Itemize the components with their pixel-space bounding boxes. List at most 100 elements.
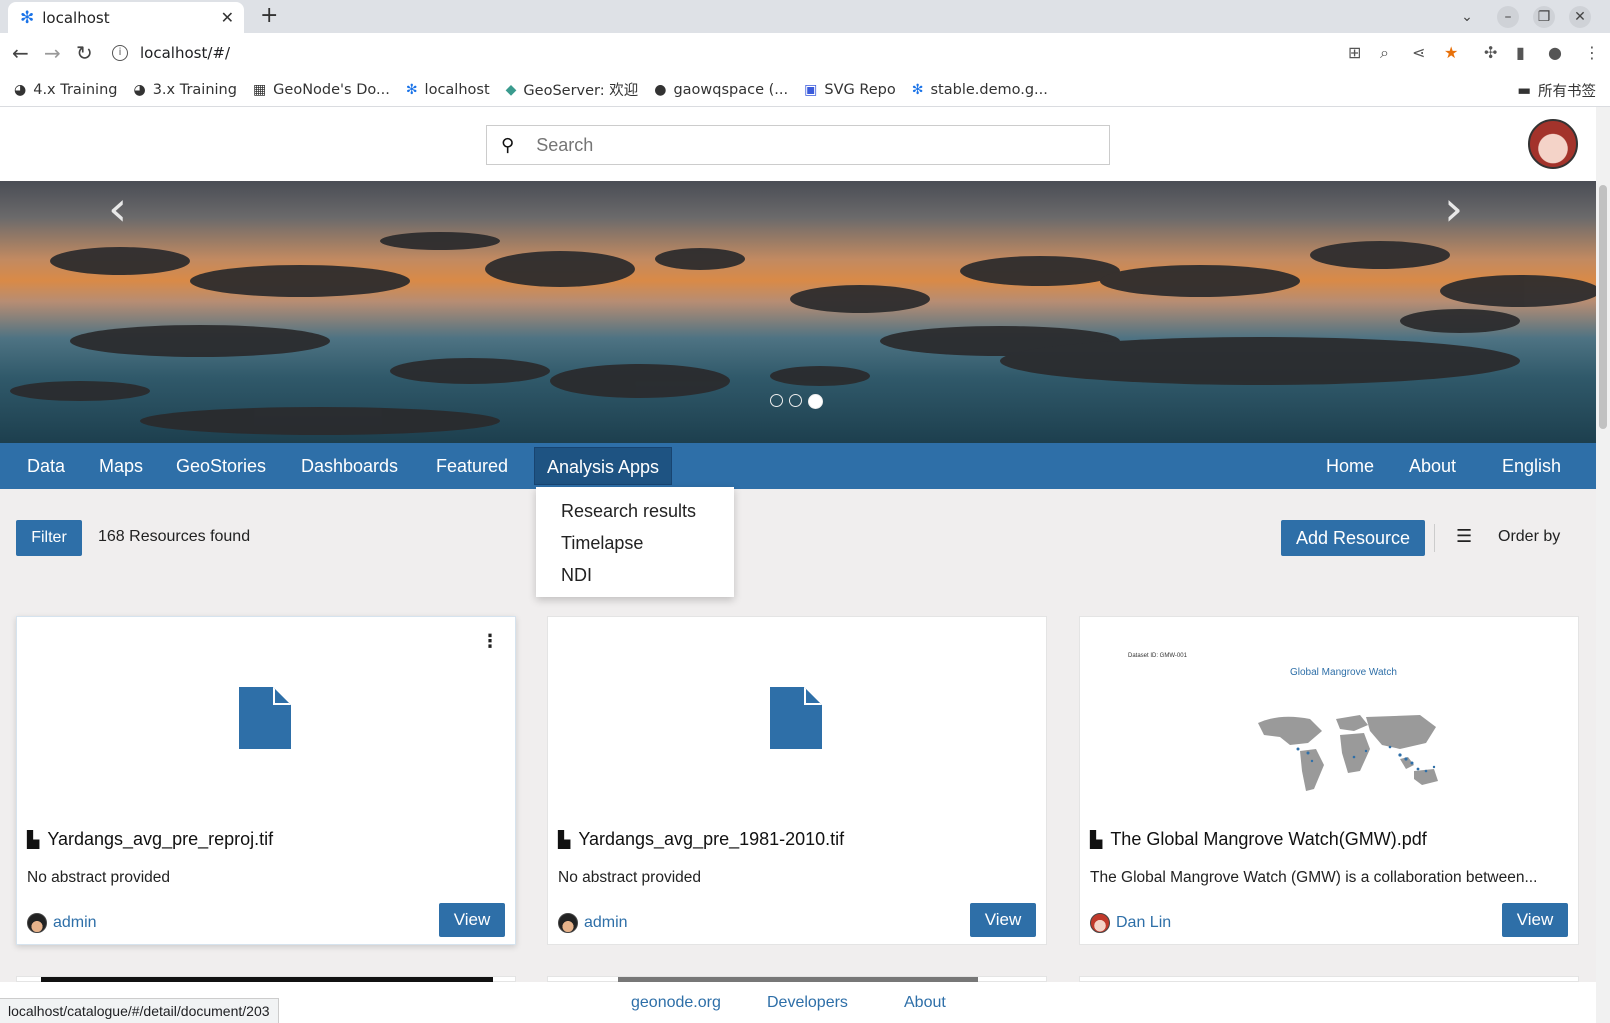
building-icon: ▦ <box>252 81 267 98</box>
bookmark-item[interactable]: ◕ 4.x Training <box>14 82 117 98</box>
nav-about[interactable]: About <box>1409 443 1456 489</box>
dropdown-item-ndi[interactable]: NDI <box>561 565 592 586</box>
back-icon[interactable]: ← <box>12 41 29 65</box>
thumbnail-dataset-id: Dataset ID: GMW-001 <box>1128 653 1187 659</box>
tab-title: localhost <box>42 8 110 27</box>
card-title[interactable]: ▙ Yardangs_avg_pre_1981-2010.tif <box>558 829 844 850</box>
view-button[interactable]: View <box>439 903 505 937</box>
search-input[interactable] <box>536 134 1077 156</box>
thumbnail-title: Global Mangrove Watch <box>1290 667 1397 678</box>
card-author[interactable]: Dan Lin <box>1090 913 1171 933</box>
search-box[interactable]: ⚲ <box>486 125 1110 165</box>
analysis-apps-dropdown: Research results Timelapse NDI <box>536 487 734 597</box>
avatar <box>27 913 47 933</box>
status-url-bar: localhost/catalogue/#/detail/document/20… <box>0 998 279 1023</box>
carousel-dot[interactable] <box>789 394 802 407</box>
globe-icon: ◕ <box>14 81 27 98</box>
resource-card[interactable]: ⋮ ▙ Yardangs_avg_pre_reproj.tif No abstr… <box>16 616 516 945</box>
filter-button[interactable]: Filter <box>16 520 82 556</box>
geoserver-icon: ◆ <box>505 81 517 98</box>
dropdown-item-research-results[interactable]: Research results <box>561 501 696 522</box>
card-abstract: No abstract provided <box>27 869 171 886</box>
footer-link-geonode[interactable]: geonode.org <box>631 994 721 1012</box>
restore-icon[interactable]: ❐ <box>1533 6 1555 28</box>
all-bookmarks[interactable]: ▬ 所有书签 <box>1517 80 1596 101</box>
nav-maps[interactable]: Maps <box>99 443 143 489</box>
forward-icon[interactable]: → <box>44 41 61 65</box>
profile-icon[interactable]: ● <box>1548 43 1562 62</box>
bookmark-star-icon[interactable]: ★ <box>1444 43 1458 62</box>
menu-icon[interactable]: ⋮ <box>1584 43 1600 62</box>
geonode-icon: ✻ <box>405 81 418 98</box>
bookmark-item[interactable]: ▦ GeoNode's Do... <box>253 82 390 98</box>
view-button[interactable]: View <box>1502 903 1568 937</box>
new-tab-icon[interactable]: + <box>260 3 278 28</box>
browser-tab-bar: ✻ localhost ✕ + ⌄ – ❐ ✕ <box>0 0 1610 33</box>
card-author[interactable]: admin <box>27 913 97 933</box>
nav-data[interactable]: Data <box>27 443 65 489</box>
more-options-icon[interactable]: ⋮ <box>481 631 499 652</box>
card-abstract: The Global Mangrove Watch (GMW) is a col… <box>1090 869 1538 886</box>
scrollbar[interactable] <box>1596 107 1610 1023</box>
bookmark-item[interactable]: ● gaowqspace (... <box>654 82 788 98</box>
browser-tab[interactable]: ✻ localhost ✕ <box>8 2 244 33</box>
globe-icon: ◕ <box>133 81 146 98</box>
view-button[interactable]: View <box>970 903 1036 937</box>
translate-icon[interactable]: ⊞ <box>1348 43 1361 62</box>
nav-analysis-apps[interactable]: Analysis Apps <box>534 447 673 485</box>
bookmark-item[interactable]: ✻ stable.demo.g... <box>912 82 1048 98</box>
add-resource-button[interactable]: Add Resource <box>1281 520 1425 556</box>
dropdown-item-timelapse[interactable]: Timelapse <box>561 533 643 554</box>
tab-search-icon[interactable]: ⌄ <box>1456 6 1478 28</box>
nav-language[interactable]: English <box>1502 443 1561 489</box>
zoom-icon[interactable]: ⌕ <box>1380 43 1389 63</box>
card-title[interactable]: ▙ Yardangs_avg_pre_reproj.tif <box>27 829 273 850</box>
scrollbar-thumb[interactable] <box>1599 185 1607 429</box>
nav-home[interactable]: Home <box>1326 443 1374 489</box>
nav-geostories[interactable]: GeoStories <box>176 443 266 489</box>
site-info-icon[interactable]: i <box>112 45 128 61</box>
user-avatar[interactable] <box>1528 119 1578 169</box>
page-header: ⚲ <box>0 107 1596 181</box>
file-icon: ▙ <box>27 831 40 849</box>
minimize-icon[interactable]: – <box>1497 6 1519 28</box>
card-abstract: No abstract provided <box>558 869 702 886</box>
carousel-indicators <box>770 394 823 409</box>
document-icon <box>239 687 291 749</box>
close-tab-icon[interactable]: ✕ <box>221 8 234 27</box>
extensions-icon[interactable]: ✣ <box>1484 43 1497 62</box>
resource-card[interactable]: Dataset ID: GMW-001 Global Mangrove Watc… <box>1079 616 1579 945</box>
resource-card[interactable]: ▙ Yardangs_avg_pre_1981-2010.tif No abst… <box>547 616 1047 945</box>
side-panel-icon[interactable]: ▮ <box>1516 43 1525 62</box>
nav-dashboards[interactable]: Dashboards <box>301 443 398 489</box>
browser-toolbar: ← → ↻ i localhost/#/ ⊞ ⌕ ⋖ ★ ✣ ▮ ● ⋮ <box>0 33 1610 73</box>
reload-icon[interactable]: ↻ <box>76 41 93 65</box>
nav-featured[interactable]: Featured <box>436 443 508 489</box>
bookmark-item[interactable]: ✻ localhost <box>406 82 490 98</box>
carousel-dot[interactable] <box>770 394 783 407</box>
search-icon: ⚲ <box>501 134 515 156</box>
close-window-icon[interactable]: ✕ <box>1569 6 1591 28</box>
file-icon: ▙ <box>1090 831 1103 849</box>
svg-icon: ▣ <box>804 81 818 98</box>
avatar <box>1090 913 1110 933</box>
card-author[interactable]: admin <box>558 913 628 933</box>
address-bar[interactable]: i localhost/#/ <box>112 39 230 67</box>
bookmark-item[interactable]: ◆ GeoServer: 欢迎 <box>506 79 639 100</box>
footer-link-developers[interactable]: Developers <box>767 994 848 1012</box>
file-icon: ▙ <box>558 831 571 849</box>
folder-icon: ▬ <box>1517 82 1531 99</box>
bookmark-item[interactable]: ◕ 3.x Training <box>133 82 236 98</box>
carousel-prev-icon[interactable]: ‹ <box>108 181 127 237</box>
geonode-icon: ✻ <box>911 81 924 98</box>
avatar <box>558 913 578 933</box>
order-by-button[interactable]: Order by <box>1498 528 1560 546</box>
card-title[interactable]: ▙ The Global Mangrove Watch(GMW).pdf <box>1090 829 1427 850</box>
carousel-dot-active[interactable] <box>808 394 823 409</box>
footer-link-about[interactable]: About <box>904 994 946 1012</box>
list-view-icon[interactable]: ☰ <box>1456 526 1472 547</box>
bookmark-item[interactable]: ▣ SVG Repo <box>804 82 896 98</box>
carousel-next-icon[interactable]: › <box>1444 181 1463 237</box>
share-icon[interactable]: ⋖ <box>1412 43 1425 62</box>
bookmarks-bar: ◕ 4.x Training ◕ 3.x Training ▦ GeoNode's D… <box>0 73 1610 107</box>
